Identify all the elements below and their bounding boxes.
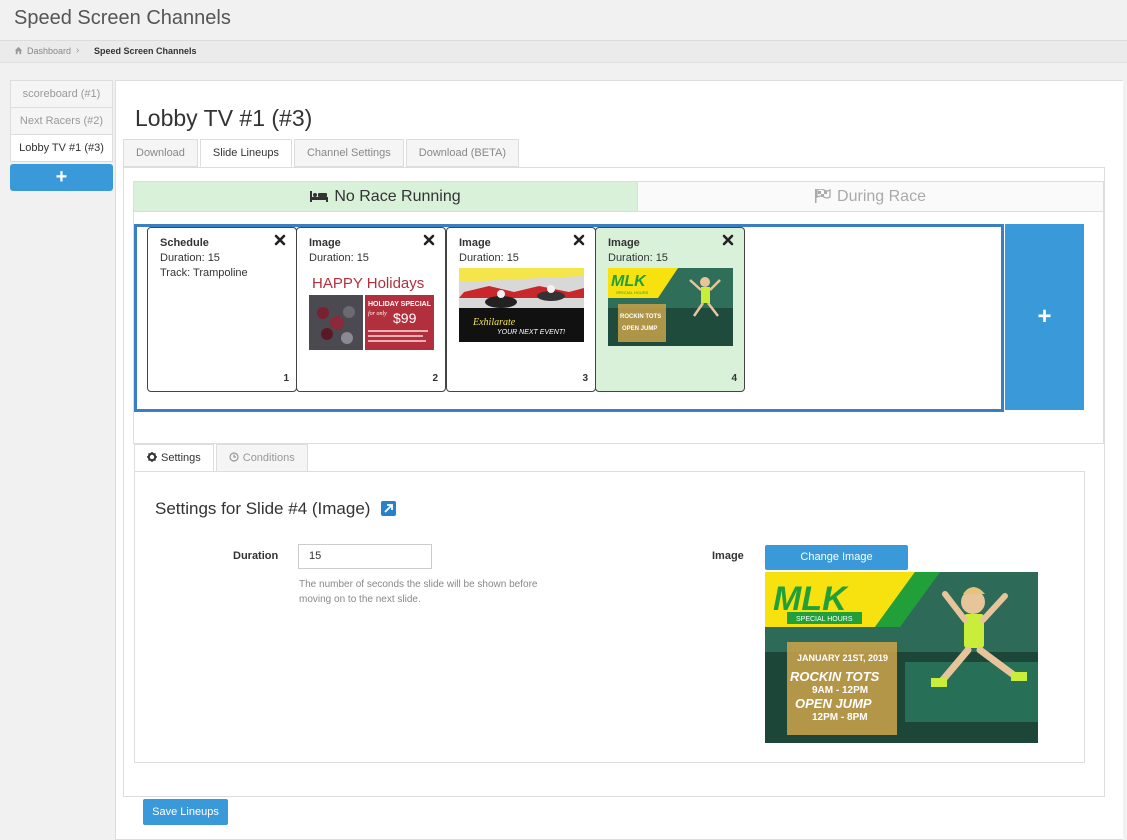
image-label: Image	[712, 550, 744, 562]
thumb-headline: Exhilarate	[472, 317, 516, 328]
slide-number: 2	[432, 373, 438, 384]
clock-icon	[229, 452, 239, 462]
slide-duration: Duration: 15	[160, 252, 220, 264]
change-image-button[interactable]: Change Image	[765, 545, 908, 570]
settings-title: Settings for Slide #4 (Image)	[155, 499, 397, 519]
channel-item-scoreboard[interactable]: scoreboard (#1)	[10, 80, 113, 108]
slide-lineups-panel: No Race Running During Race Schedule Dur…	[123, 167, 1105, 797]
thumb-sub: SPECIAL HOURS	[616, 290, 649, 295]
thumb-line1: ROCKIN TOTS	[620, 314, 661, 320]
page-title: Lobby TV #1 (#3)	[135, 105, 313, 131]
tab-conditions[interactable]: Conditions	[215, 444, 308, 472]
close-icon[interactable]	[423, 234, 435, 246]
slide-number: 1	[283, 373, 289, 384]
image-line1: ROCKIN TOTS	[790, 669, 880, 684]
tab-settings-label: Settings	[161, 452, 201, 464]
external-link-icon[interactable]	[381, 501, 397, 516]
duration-input[interactable]: 15	[298, 544, 432, 569]
during-race-toggle[interactable]: During Race	[637, 182, 1103, 211]
slide-duration: Duration: 15	[608, 252, 668, 264]
race-state-toggle: No Race Running During Race	[133, 181, 1104, 212]
thumb-special: HOLIDAY SPECIAL	[368, 301, 432, 308]
bed-icon	[310, 191, 329, 202]
image-sub: SPECIAL HOURS	[796, 616, 853, 623]
slide-lineup: Schedule Duration: 15 Track: Trampoline …	[134, 224, 1004, 412]
during-race-label: During Race	[837, 188, 926, 205]
thumb-headline: HAPPY Holidays	[312, 275, 424, 292]
slide-number: 3	[582, 373, 588, 384]
slide-card-1[interactable]: Schedule Duration: 15 Track: Trampoline …	[147, 227, 297, 392]
app-title: Speed Screen Channels	[14, 7, 231, 29]
slide-duration: Duration: 15	[459, 252, 519, 264]
slide-card-4[interactable]: Image Duration: 15 MLK SPECIAL HOURS ROC…	[595, 227, 745, 392]
duration-help-text: The number of seconds the slide will be …	[299, 579, 538, 605]
thumb-sub: for only	[368, 310, 387, 317]
tab-settings[interactable]: Settings	[134, 444, 214, 472]
chevron-right-icon: ›	[76, 45, 80, 56]
flag-icon	[815, 188, 831, 203]
top-bar: Speed Screen Channels	[0, 0, 1127, 41]
channel-list: scoreboard (#1) Next Racers (#2) Lobby T…	[10, 80, 113, 191]
thumb-headline: MLK	[611, 273, 647, 290]
tab-slide-lineups[interactable]: Slide Lineups	[199, 139, 292, 167]
slide-card-2[interactable]: Image Duration: 15 HAPPY Holidays HOLIDA…	[296, 227, 446, 392]
breadcrumb-dashboard[interactable]: Dashboard	[27, 46, 71, 56]
close-icon[interactable]	[274, 234, 286, 246]
image-time2: 12PM - 8PM	[812, 712, 868, 723]
breadcrumb: Dashboard › Speed Screen Channels	[0, 41, 1127, 63]
tab-channel-settings[interactable]: Channel Settings	[293, 139, 404, 167]
slide-subtabs: Settings Conditions	[134, 444, 310, 472]
channel-tabs: Download Slide Lineups Channel Settings …	[123, 139, 521, 167]
slide-thumbnail: Exhilarate YOUR NEXT EVENT!	[459, 268, 584, 350]
settings-title-text: Settings for Slide #4 (Image)	[155, 499, 371, 518]
slide-thumbnail: HAPPY Holidays HOLIDAY SPECIAL for only …	[309, 268, 434, 350]
slide-settings-panel: Settings for Slide #4 (Image) Duration 1…	[134, 471, 1085, 763]
image-line2: OPEN JUMP	[795, 696, 872, 711]
image-time1: 9AM - 12PM	[812, 685, 868, 696]
channel-item-next-racers[interactable]: Next Racers (#2)	[10, 107, 113, 135]
thumb-price: $99	[393, 310, 417, 326]
main-panel: Lobby TV #1 (#3) Download Slide Lineups …	[115, 80, 1123, 840]
image-date: JANUARY 21ST, 2019	[797, 653, 888, 663]
close-icon[interactable]	[573, 234, 585, 246]
slide-type: Schedule	[160, 237, 209, 249]
add-slide-button[interactable]: +	[1005, 224, 1084, 410]
breadcrumb-current: Speed Screen Channels	[94, 46, 197, 56]
tab-conditions-label: Conditions	[242, 452, 295, 464]
tab-download[interactable]: Download	[123, 139, 198, 167]
tab-download-beta[interactable]: Download (BETA)	[405, 139, 519, 167]
slide-type: Image	[309, 237, 341, 249]
duration-label: Duration	[233, 550, 279, 562]
slide-number: 4	[731, 373, 737, 384]
no-race-running-label: No Race Running	[334, 188, 461, 205]
slide-duration: Duration: 15	[309, 252, 369, 264]
slide-type: Image	[459, 237, 491, 249]
slide-image-preview: MLK SPECIAL HOURS JANUARY 21ST, 2019 ROC…	[765, 572, 1038, 743]
save-lineups-button[interactable]: Save Lineups	[143, 799, 228, 825]
thumb-sub: YOUR NEXT EVENT!	[497, 329, 565, 336]
gear-icon	[147, 452, 157, 462]
home-icon	[14, 46, 23, 55]
add-channel-button[interactable]: +	[10, 164, 113, 191]
slide-card-3[interactable]: Image Duration: 15 Exhilarate YOUR NEXT …	[446, 227, 596, 392]
slide-type: Image	[608, 237, 640, 249]
slide-thumbnail: MLK SPECIAL HOURS ROCKIN TOTS OPEN JUMP	[608, 268, 733, 350]
channel-item-lobby-tv[interactable]: Lobby TV #1 (#3)	[10, 134, 113, 162]
close-icon[interactable]	[722, 234, 734, 246]
slide-track: Track: Trampoline	[160, 267, 248, 279]
thumb-line2: OPEN JUMP	[622, 326, 657, 332]
no-race-running-toggle[interactable]: No Race Running	[134, 182, 637, 211]
